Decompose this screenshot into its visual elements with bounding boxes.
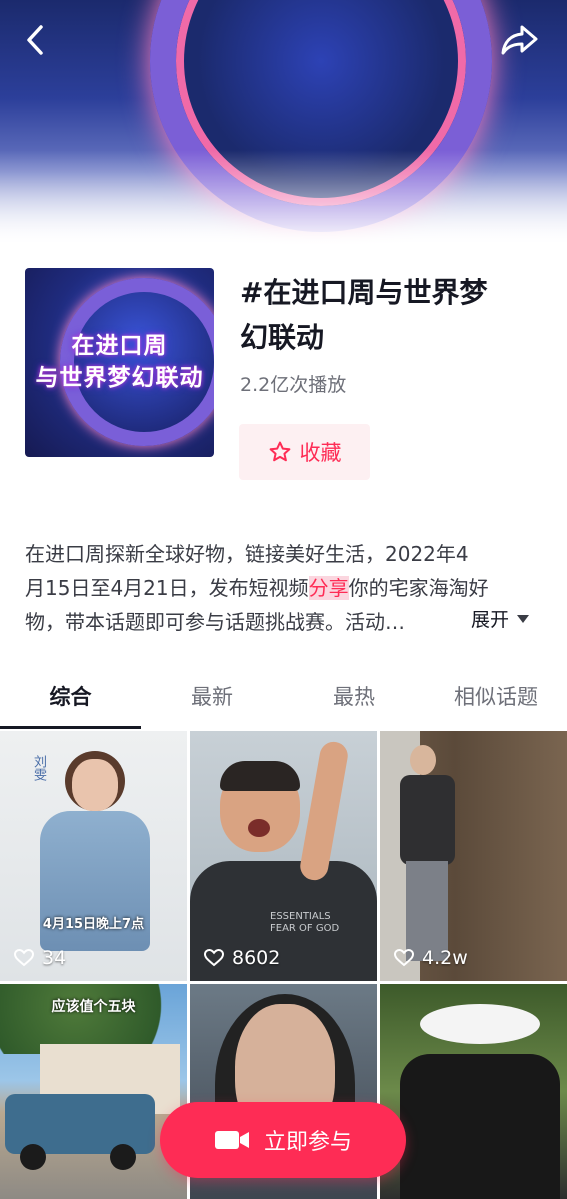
topic-hero-banner	[0, 0, 567, 245]
expand-description-button[interactable]: 展开	[471, 605, 531, 632]
topic-cover-image: 在进口周 与世界梦幻联动	[25, 268, 214, 457]
heart-outline-icon	[14, 949, 34, 967]
favorite-label: 收藏	[299, 441, 342, 465]
video-thumbnail[interactable]: ESSENTIALS FEAR OF GOD 8602	[190, 731, 377, 981]
like-count: 8602	[204, 947, 280, 969]
like-count: 34	[14, 947, 66, 969]
chevron-left-icon	[27, 25, 43, 55]
content-tabs: 综合 最新 最热 相似话题	[0, 668, 567, 728]
star-outline-icon	[269, 441, 290, 462]
video-thumbnail[interactable]	[380, 984, 567, 1199]
video-camera-icon	[214, 1131, 249, 1149]
heart-outline-icon	[204, 949, 224, 967]
back-button[interactable]	[16, 20, 56, 60]
topic-title: #在进口周与世界梦 幻联动	[240, 276, 488, 354]
tab-latest[interactable]: 最新	[141, 668, 283, 726]
cover-text-line2: 与世界梦幻联动	[35, 365, 204, 391]
play-count: 2.2亿次播放	[240, 374, 347, 396]
share-button[interactable]	[500, 20, 540, 60]
highlighted-keyword[interactable]: 分享	[308, 576, 349, 600]
like-count: 4.2w	[394, 947, 468, 969]
triangle-down-icon	[517, 614, 530, 623]
heart-outline-icon	[394, 949, 414, 967]
video-thumbnail[interactable]: 应该值个五块	[0, 984, 187, 1199]
cover-text-line1: 在进口周	[71, 333, 168, 359]
share-arrow-icon	[501, 25, 538, 55]
favorite-button[interactable]: 收藏	[239, 424, 370, 480]
tab-hottest[interactable]: 最热	[283, 668, 425, 726]
tab-comprehensive[interactable]: 综合	[0, 668, 141, 726]
topic-description: 在进口周探新全球好物，链接美好生活，2022年4 月15日至4月21日，发布短视…	[25, 542, 489, 634]
video-thumbnail[interactable]: 刘雯 4月15日晚上7点 34	[0, 731, 187, 981]
join-now-button[interactable]: 立即参与	[160, 1102, 406, 1178]
active-tab-indicator	[0, 726, 141, 729]
tab-similar-topics[interactable]: 相似话题	[425, 668, 567, 726]
video-thumbnail[interactable]: 4.2w	[380, 731, 567, 981]
join-now-label: 立即参与	[263, 1130, 352, 1155]
